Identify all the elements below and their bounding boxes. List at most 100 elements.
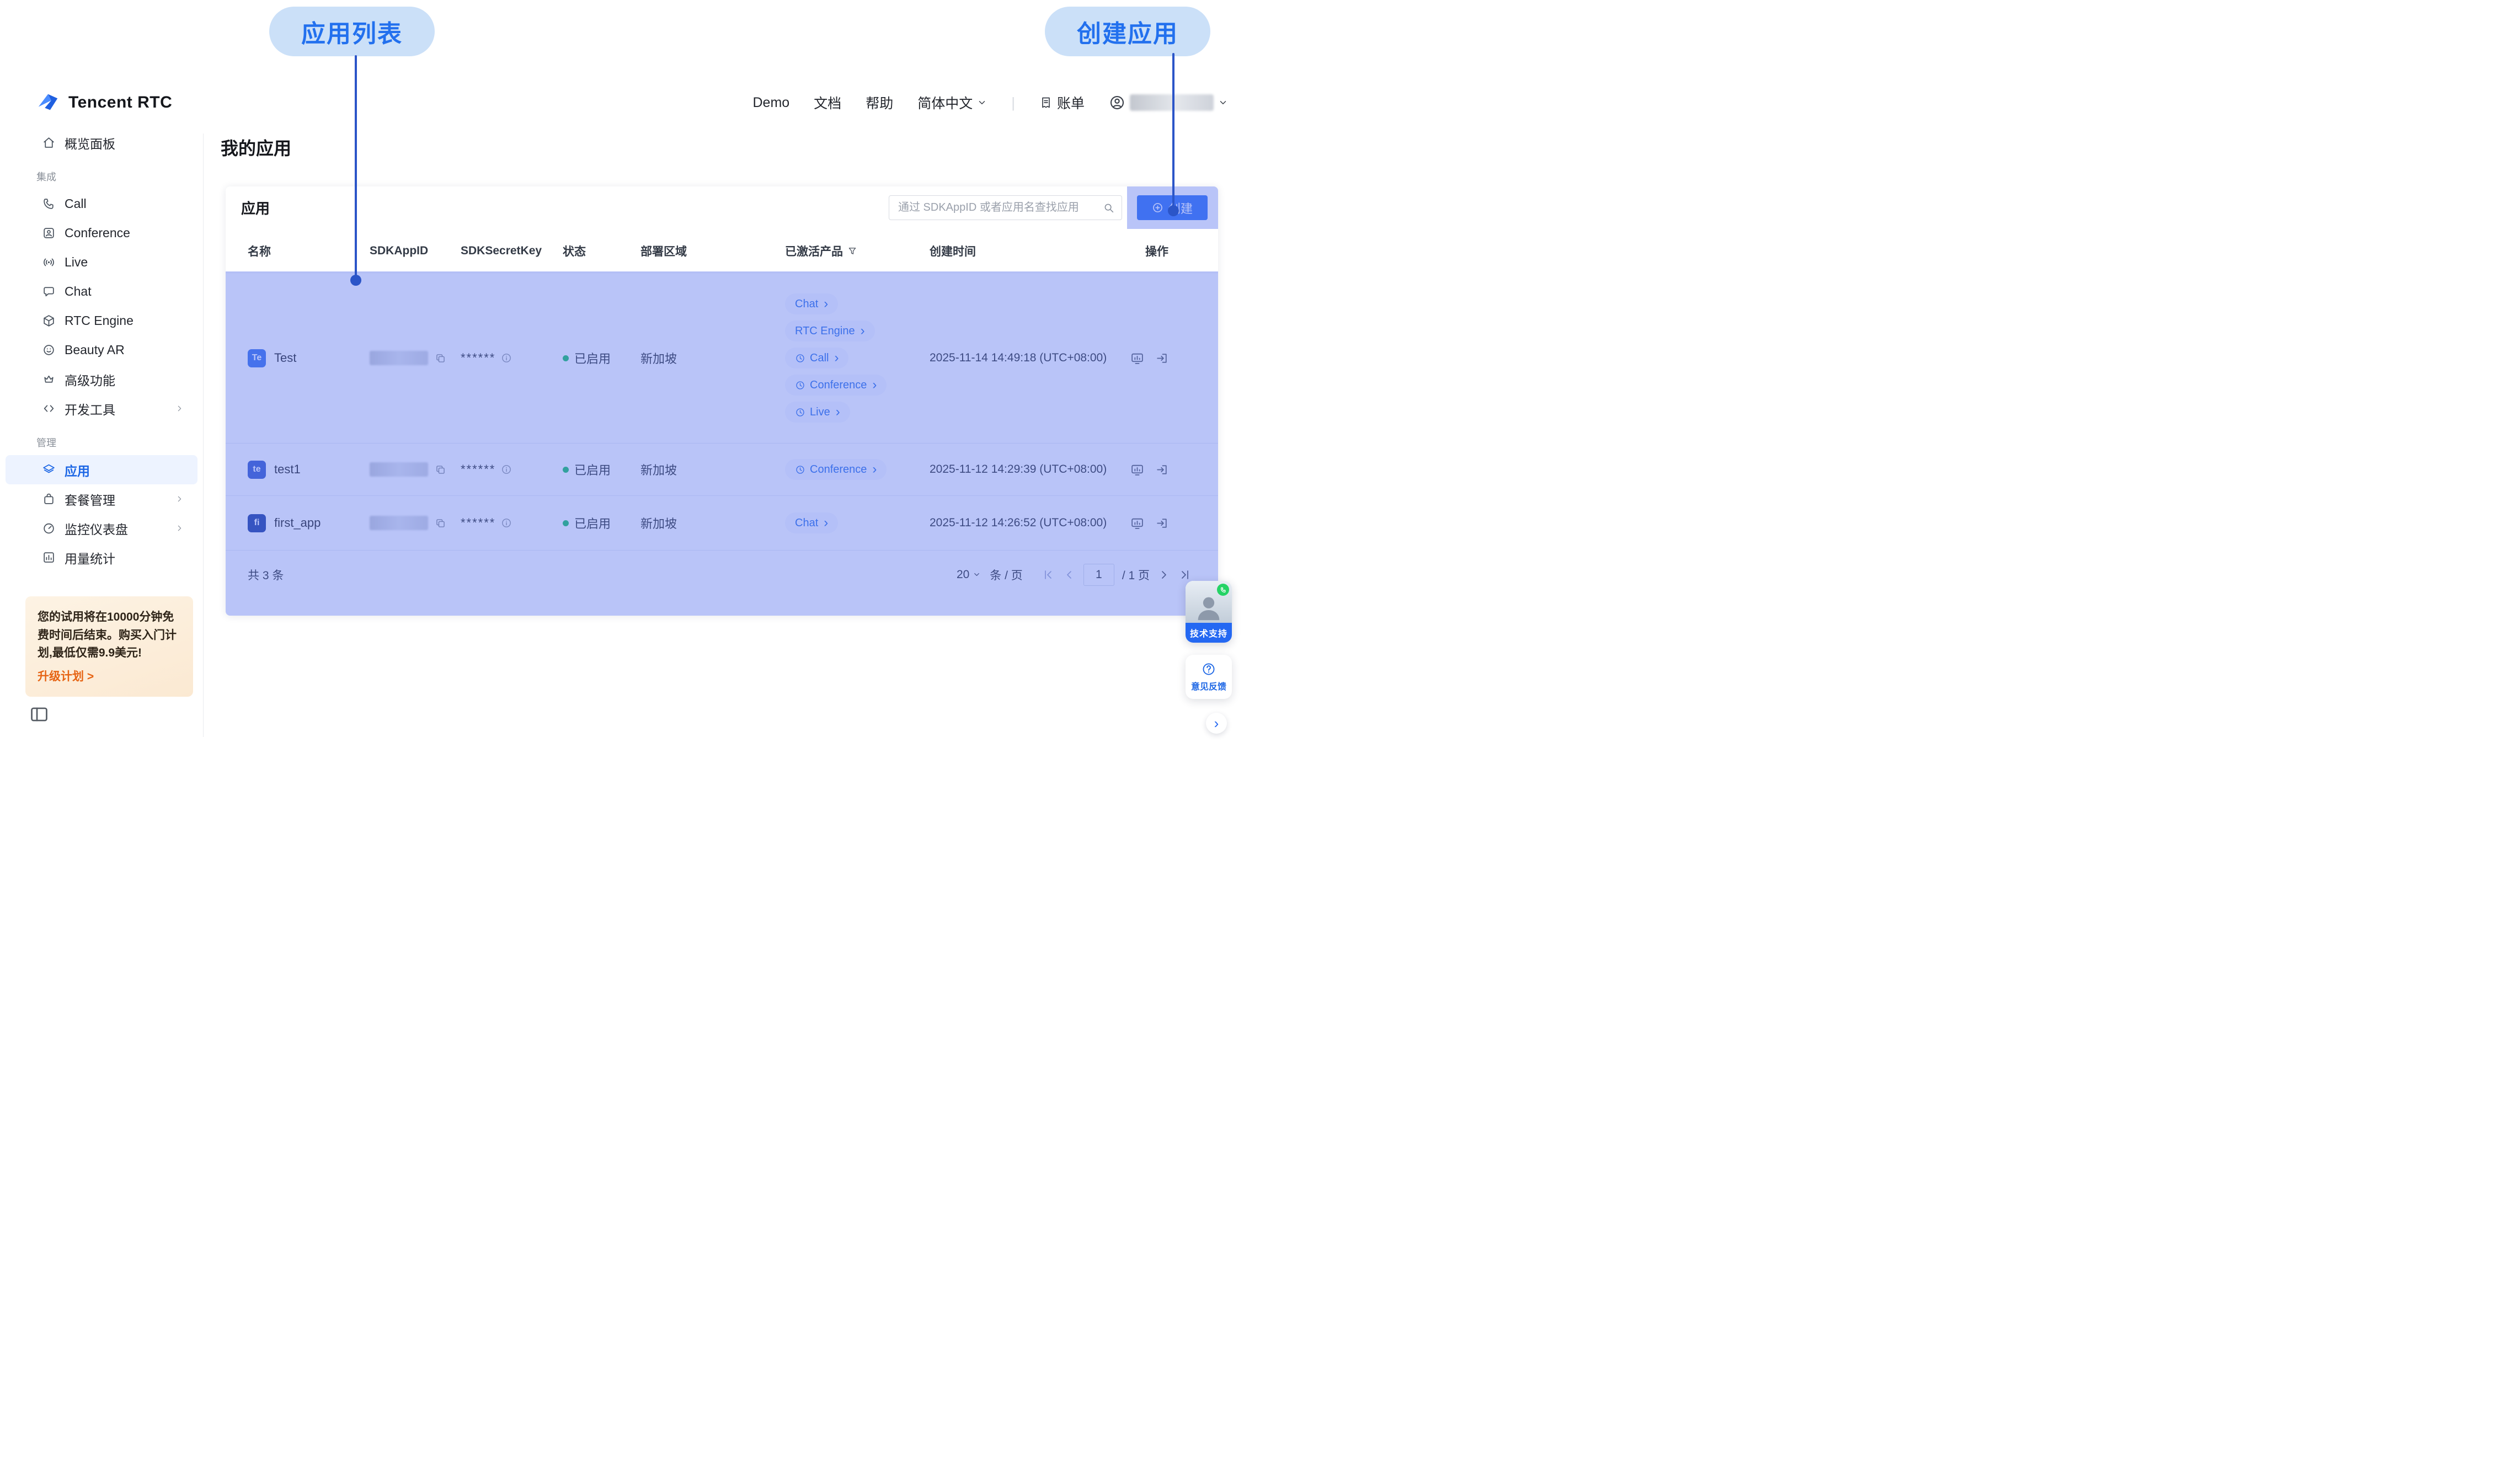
region-cell: 新加坡 [640,349,785,367]
product-tag-call[interactable]: Call › [785,348,848,368]
usage-monitor-icon[interactable] [1130,463,1144,477]
sdkappid-masked [370,351,428,365]
sidebar-item-conference[interactable]: Conference [6,218,197,248]
code-icon [42,402,56,415]
nav-divider: | [1011,94,1015,111]
app-name[interactable]: Test [274,351,296,365]
nav-help-label: 帮助 [866,93,893,113]
card-header: 应用 创建 [226,186,1218,229]
product-tag-rtc-engine[interactable]: RTC Engine › [785,321,875,341]
enter-console-icon[interactable] [1155,351,1169,365]
gauge-icon [42,521,56,535]
sidebar-item-label: 开发工具 [65,399,115,418]
page-number-input[interactable] [1083,564,1114,586]
app-avatar: Te [248,349,266,367]
info-icon[interactable] [501,517,512,528]
chevron-right-icon: › [1214,715,1219,732]
chevron-right-icon [175,404,184,413]
nav-docs[interactable]: 文档 [814,93,841,113]
conference-icon [42,226,56,240]
account-menu[interactable] [1109,94,1228,111]
support-widget[interactable]: 技术支持 [1186,581,1232,643]
chevron-down-icon [977,98,987,108]
sidebar-item-usage-stats[interactable]: 用量统计 [6,543,197,572]
nav-demo[interactable]: Demo [752,95,789,111]
sdkappid-cell [370,462,461,477]
product-tag-label: Chat [795,517,818,530]
product-tag-live[interactable]: Live › [785,402,850,423]
sidebar-item-chat[interactable]: Chat [6,277,197,306]
info-icon[interactable] [501,464,512,475]
product-tag-label: Chat [795,298,818,311]
enter-console-icon[interactable] [1155,516,1169,530]
status-dot [563,467,569,473]
copy-icon[interactable] [435,464,446,476]
brand[interactable]: Tencent RTC [35,90,172,115]
product-tag-conference[interactable]: Conference › [785,459,887,480]
sidebar-item-applications[interactable]: 应用 [6,455,197,484]
sidebar-item-packages[interactable]: 套餐管理 [6,484,197,514]
copy-icon[interactable] [435,517,446,529]
app-name[interactable]: first_app [274,516,321,530]
last-page-button[interactable] [1178,568,1192,581]
package-icon [42,492,56,506]
upgrade-plan-link[interactable]: 升级计划 > [38,668,94,686]
sidebar-item-rtc-engine[interactable]: RTC Engine [6,306,197,335]
app-name[interactable]: test1 [274,462,301,477]
sidebar-item-label: Chat [65,284,92,299]
enter-console-icon[interactable] [1155,463,1169,477]
sidebar-item-monitoring[interactable]: 监控仪表盘 [6,514,197,543]
trial-promo-text: 您的试用将在10000分钟免费时间后结束。购买入门计划,最低仅需9.9美元! [38,608,181,663]
page-size-select[interactable]: 20 [957,568,981,581]
brand-name: Tencent RTC [68,93,172,112]
nav-help[interactable]: 帮助 [866,93,893,113]
nav-language-select[interactable]: 简体中文 [917,93,987,113]
sidebar-collapse-button[interactable] [29,704,50,725]
sidebar-item-label: Call [65,196,87,211]
chevron-down-icon [973,570,981,579]
col-created-time: 创建时间 [930,243,1130,259]
chevron-right-icon: › [824,516,828,530]
clock-icon [795,353,805,364]
product-tag-conference[interactable]: Conference › [785,375,887,396]
page-title: 我的应用 [221,135,291,160]
cube-icon [42,314,56,328]
status-label: 已启用 [574,514,611,532]
whatsapp-icon [1217,584,1229,596]
col-status: 状态 [563,243,640,259]
sidebar-item-live[interactable]: Live [6,248,197,277]
sdkappid-cell [370,351,461,365]
sidebar-item-beauty-ar[interactable]: Beauty AR [6,335,197,365]
product-tag-chat[interactable]: Chat › [785,512,838,533]
col-region: 部署区域 [640,243,785,259]
next-page-button[interactable] [1157,568,1171,581]
app-name-cell: Te Test [248,349,370,367]
expand-button[interactable]: › [1206,713,1227,734]
product-tag-chat[interactable]: Chat › [785,293,838,314]
product-tag-label: Call [810,352,829,365]
activated-products-cell: Chat › [785,503,930,543]
search-icon[interactable] [1103,202,1115,214]
sidebar-item-call[interactable]: Call [6,189,197,218]
sidebar-item-label: 套餐管理 [65,490,115,509]
status-label: 已启用 [574,461,611,478]
feedback-widget[interactable]: 意见反馈 [1186,655,1232,699]
app-name-cell: fi first_app [248,514,370,532]
prev-page-button[interactable] [1063,568,1076,581]
filter-icon[interactable] [847,246,857,256]
copy-icon[interactable] [435,353,446,364]
support-label: 技术支持 [1186,623,1232,643]
account-name-masked [1130,94,1214,111]
sidebar-item-advanced[interactable]: 高级功能 [6,365,197,394]
actions-cell [1130,463,1186,477]
sidebar: 概览面板 集成 Call Conference Live Chat RTC En… [0,122,204,737]
usage-monitor-icon[interactable] [1130,516,1144,530]
info-icon[interactable] [501,353,512,364]
pager: / 1 页 [1042,564,1192,586]
sidebar-item-label: Live [65,255,88,270]
sidebar-item-dev-tools[interactable]: 开发工具 [6,394,197,423]
search-input[interactable] [889,201,1103,214]
usage-monitor-icon[interactable] [1130,351,1144,365]
first-page-button[interactable] [1042,568,1055,581]
nav-billing[interactable]: 账单 [1039,93,1085,113]
